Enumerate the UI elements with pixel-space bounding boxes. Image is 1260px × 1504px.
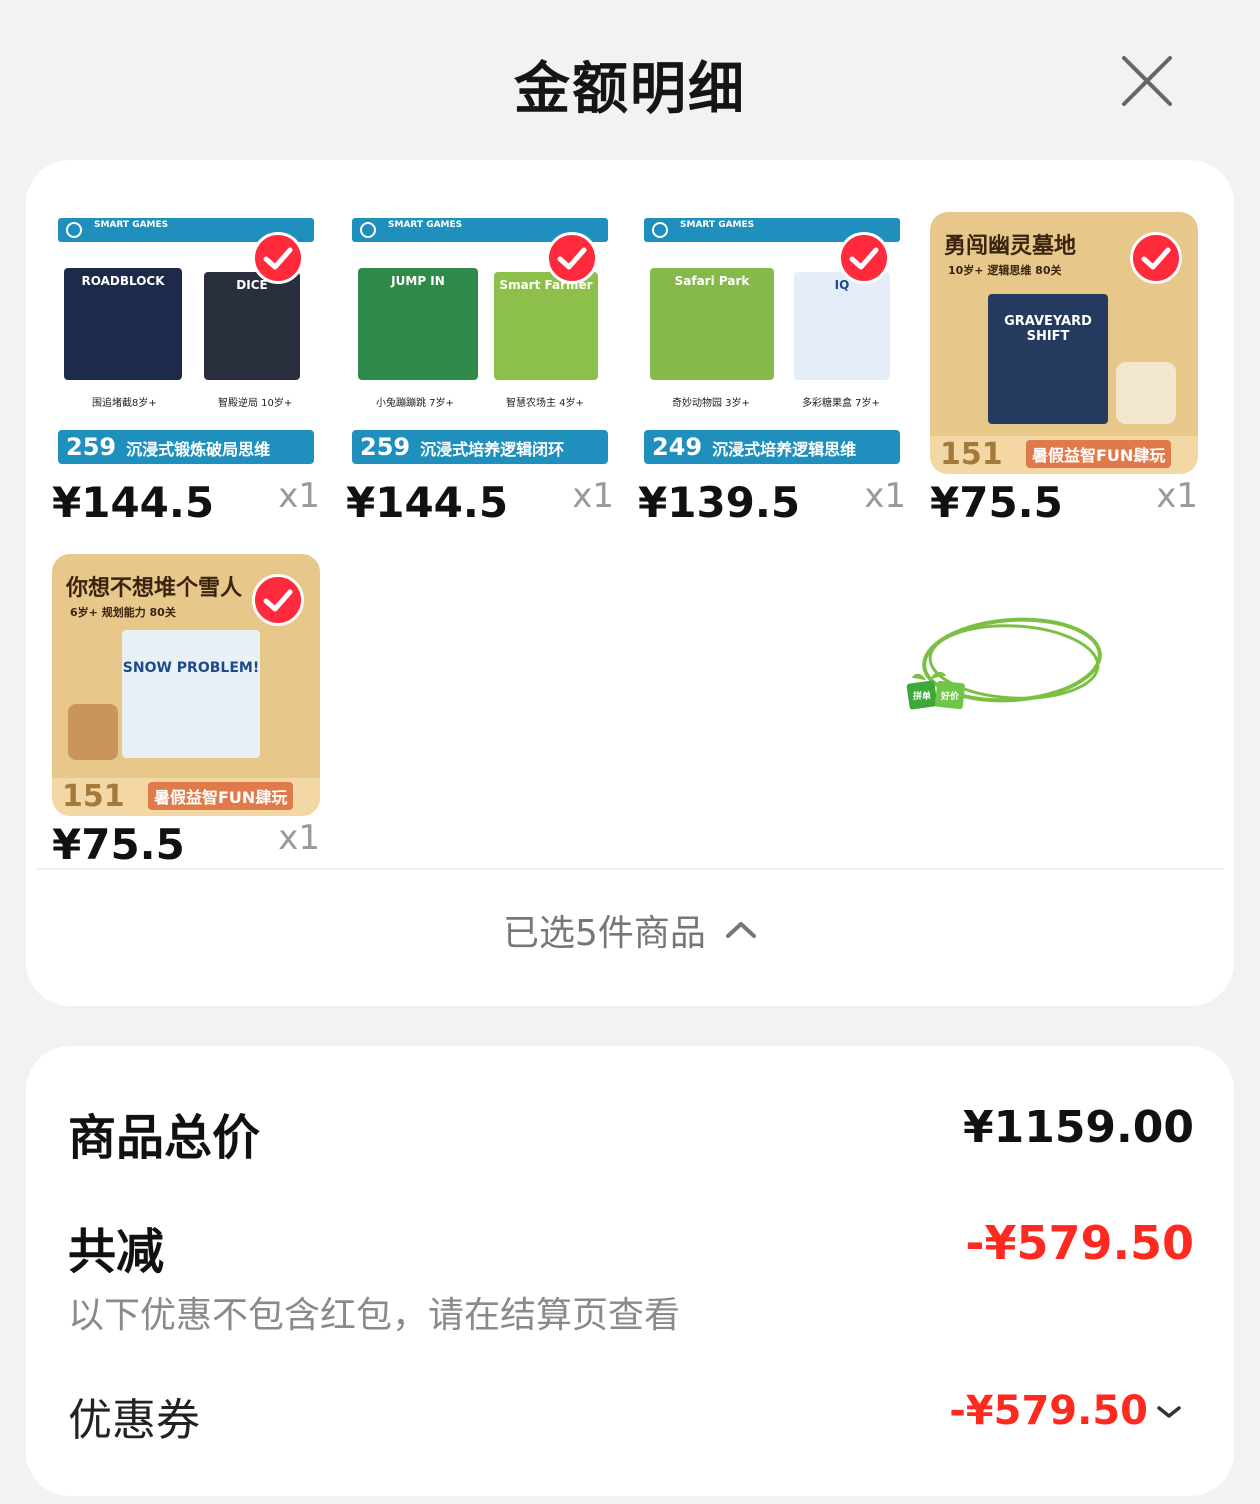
- coupon-value[interactable]: -¥579.50: [949, 1388, 1148, 1434]
- product-box: ROADBLOCK: [64, 268, 182, 380]
- selected-count-text: 已选5件商品: [503, 913, 706, 954]
- deal-badge-icon: 拼单 好价: [906, 671, 965, 710]
- product-caption: 智慧农场主 4岁+: [506, 398, 584, 409]
- brand-logo-icon: [360, 222, 376, 238]
- product-caption: 围追堵截8岁+: [92, 398, 157, 409]
- product-box: DICE: [204, 272, 300, 380]
- total-discount-label: 共减: [68, 1224, 165, 1280]
- total-discount-value: -¥579.50: [965, 1216, 1194, 1270]
- total-price-value: ¥1159.00: [962, 1102, 1194, 1153]
- product-headline: 你想不想堆个雪人: [66, 576, 243, 601]
- brand-name: SMART GAMES: [94, 220, 169, 230]
- total-price-label: 商品总价: [68, 1110, 261, 1166]
- item-quantity: x1: [572, 476, 614, 516]
- divider: [36, 868, 1224, 870]
- close-button[interactable]: [1116, 50, 1178, 112]
- promo-number: 151: [940, 437, 1003, 472]
- promo-strip: 249 沉浸式培养逻辑思维: [644, 430, 900, 464]
- product-thumbnail[interactable]: 你想不想堆个雪人 6岁+ 规划能力 80关 SNOW PROBLEM! 151 …: [52, 554, 320, 816]
- promo-text: 沉浸式锻炼破局思维: [126, 440, 271, 459]
- item-quantity: x1: [864, 476, 906, 516]
- item-price: ¥144.5: [346, 478, 509, 527]
- brand-logo-icon: [652, 222, 668, 238]
- item-price: ¥144.5: [52, 478, 215, 527]
- product-box: JUMP IN: [358, 268, 478, 380]
- product-item[interactable]: SMART GAMES JUMP IN Smart Farmer 小兔蹦蹦跳 7…: [346, 212, 614, 527]
- promo-strip: 151 暑假益智FUN肆玩: [930, 436, 1198, 474]
- product-subline: 6岁+ 规划能力 80关: [70, 606, 176, 619]
- product-box: GRAVEYARD SHIFT: [988, 294, 1108, 424]
- product-caption: 小兔蹦蹦跳 7岁+: [376, 398, 454, 409]
- selected-items-toggle[interactable]: 已选5件商品: [26, 904, 1234, 956]
- product-item[interactable]: 勇闯幽灵墓地 10岁+ 逻辑思维 80关 GRAVEYARD SHIFT 151…: [930, 212, 1198, 527]
- promo-text: 沉浸式培养逻辑思维: [712, 440, 857, 459]
- product-thumbnail[interactable]: SMART GAMES ROADBLOCK DICE 围追堵截8岁+ 智殿逆局 …: [52, 212, 320, 474]
- promo-strip: 151 暑假益智FUN肆玩: [52, 778, 320, 816]
- product-item[interactable]: SMART GAMES Safari Park IQ 奇妙动物园 3岁+ 多彩糖…: [638, 212, 906, 527]
- product-box-label: Safari Park: [674, 274, 750, 288]
- product-box-label: JUMP IN: [391, 274, 445, 288]
- product-box: Smart Farmer: [494, 272, 598, 380]
- item-quantity: x1: [278, 818, 320, 858]
- product-item[interactable]: 你想不想堆个雪人 6岁+ 规划能力 80关 SNOW PROBLEM! 151 …: [52, 554, 320, 869]
- item-quantity: x1: [1156, 476, 1198, 516]
- promo-strip: 259 沉浸式培养逻辑闭环: [352, 430, 608, 464]
- product-subline: 10岁+ 逻辑思维 80关: [948, 264, 1062, 277]
- product-box-label: ROADBLOCK: [81, 274, 165, 288]
- promo-number: 249: [652, 433, 703, 461]
- product-box: Safari Park: [650, 268, 774, 380]
- stool-image: [1116, 362, 1176, 424]
- chevron-down-icon[interactable]: [1156, 1404, 1182, 1420]
- discount-note: 以下优惠不包含红包，请在结算页查看: [68, 1295, 681, 1336]
- items-panel: SMART GAMES ROADBLOCK DICE 围追堵截8岁+ 智殿逆局 …: [26, 160, 1234, 1006]
- item-price: ¥75.5: [52, 820, 185, 869]
- deal-badge-text: 拼单: [913, 690, 931, 702]
- brand-name: SMART GAMES: [680, 220, 755, 230]
- promo-text: 暑假益智FUN肆玩: [1026, 440, 1172, 468]
- product-box-label: GRAVEYARD SHIFT: [1004, 314, 1092, 344]
- promo-number: 259: [360, 433, 411, 461]
- product-thumbnail[interactable]: SMART GAMES JUMP IN Smart Farmer 小兔蹦蹦跳 7…: [346, 212, 614, 474]
- stool-image: [68, 704, 118, 760]
- selected-check-icon[interactable]: [252, 232, 304, 284]
- promo-text: 沉浸式培养逻辑闭环: [420, 440, 565, 459]
- product-thumbnail[interactable]: 勇闯幽灵墓地 10岁+ 逻辑思维 80关 GRAVEYARD SHIFT 151…: [930, 212, 1198, 474]
- header: 金额明细: [0, 0, 1260, 160]
- product-box-label: SNOW PROBLEM!: [122, 660, 260, 676]
- brand-name: SMART GAMES: [388, 220, 463, 230]
- item-quantity: x1: [278, 476, 320, 516]
- deal-badge-text: 好价: [940, 690, 960, 702]
- promo-number: 259: [66, 433, 117, 461]
- price-summary-panel: 商品总价 ¥1159.00 共减 -¥579.50 以下优惠不包含红包，请在结算…: [26, 1046, 1234, 1496]
- selected-check-icon[interactable]: [1130, 232, 1182, 284]
- product-headline: 勇闯幽灵墓地: [944, 234, 1077, 259]
- selected-check-icon[interactable]: [252, 574, 304, 626]
- product-caption: 智殿逆局 10岁+: [218, 398, 293, 409]
- selected-check-icon[interactable]: [546, 232, 598, 284]
- page-title: 金额明细: [514, 57, 746, 122]
- brand-logo-icon: [66, 222, 82, 238]
- close-icon: [1122, 56, 1172, 106]
- promo-number: 151: [62, 779, 125, 814]
- product-thumbnail[interactable]: SMART GAMES Safari Park IQ 奇妙动物园 3岁+ 多彩糖…: [638, 212, 906, 474]
- item-price: ¥75.5: [930, 478, 1063, 527]
- product-caption: 多彩糖果盒 7岁+: [802, 398, 880, 409]
- promo-strip: 259 沉浸式锻炼破局思维: [58, 430, 314, 464]
- chevron-up-icon: [726, 922, 756, 938]
- product-item[interactable]: SMART GAMES ROADBLOCK DICE 围追堵截8岁+ 智殿逆局 …: [52, 212, 320, 527]
- product-box: IQ: [794, 272, 890, 380]
- promo-text: 暑假益智FUN肆玩: [148, 782, 294, 810]
- selected-check-icon[interactable]: [838, 232, 890, 284]
- product-caption: 奇妙动物园 3岁+: [672, 398, 750, 409]
- product-box: SNOW PROBLEM!: [122, 630, 260, 758]
- coupon-label: 优惠券: [68, 1395, 200, 1446]
- item-price: ¥139.5: [638, 478, 801, 527]
